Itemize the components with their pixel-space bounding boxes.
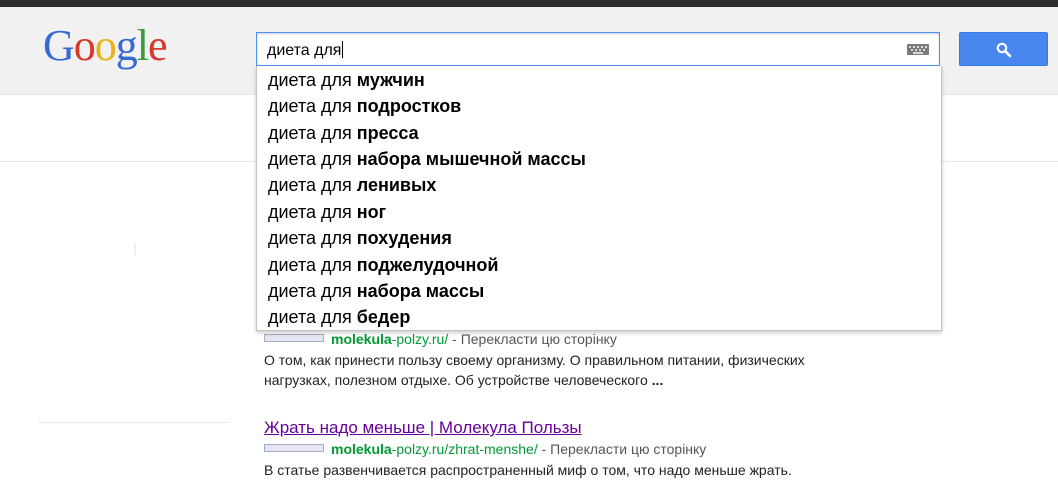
magnifier-icon: [996, 42, 1012, 58]
result-2-url[interactable]: molekula-polzy.ru/zhrat-menshe/: [331, 441, 538, 457]
search-input[interactable]: диета для: [256, 32, 940, 66]
search-query-text[interactable]: диета для: [267, 41, 344, 60]
suggestion-completion: ленивых: [356, 175, 437, 195]
search-button[interactable]: [959, 32, 1048, 66]
top-black-bar: [0, 0, 1058, 7]
suggestion-completion: подростков: [356, 96, 462, 116]
suggestion-completion: набора массы: [356, 281, 485, 301]
search-query-value: диета для: [267, 42, 342, 59]
logo-letter-g2: g: [115, 21, 138, 70]
suggestion-completion: поджелудочной: [356, 255, 499, 275]
result-1-translate-link[interactable]: Перекласти цю сторінку: [461, 331, 617, 347]
result-2-thumbnail: [264, 444, 324, 452]
result-1-snippet-line-2-text: нагрузках, полезном отдыхе. Об устройств…: [264, 372, 652, 388]
suggestion-prefix: диета для: [268, 255, 357, 275]
result-1-url-rest: -polzy.ru/: [391, 331, 449, 347]
suggestion-item[interactable]: диета для похудения: [268, 227, 452, 249]
suggestion-prefix: диета для: [268, 202, 357, 222]
result-1-url[interactable]: molekula-polzy.ru/: [331, 331, 448, 347]
suggestion-item[interactable]: диета для бедер: [268, 306, 410, 328]
suggestion-prefix: диета для: [268, 175, 357, 195]
suggestion-completion: мужчин: [356, 70, 425, 90]
result-1-sep: -: [448, 331, 461, 347]
result-1-thumbnail: [264, 334, 324, 342]
result-1-snippet: О том, как принести пользу своему органи…: [264, 350, 805, 390]
result-2-sep: -: [537, 441, 551, 457]
suggestion-item[interactable]: диета для набора массы: [268, 280, 484, 302]
keyboard-icon[interactable]: [907, 44, 929, 55]
result-2-cite: molekula-polzy.ru/zhrat-menshe/ - Перекл…: [264, 441, 706, 457]
suggestion-item[interactable]: диета для пресса: [268, 122, 419, 144]
result-1-snippet-line-1: О том, как принести пользу своему органи…: [264, 352, 805, 368]
result-1-snippet-line-2: нагрузках, полезном отдыхе. Об устройств…: [264, 370, 805, 390]
google-logo[interactable]: Google: [43, 21, 168, 70]
faded-sidebar-line: [38, 422, 230, 423]
suggestion-completion: ног: [356, 202, 387, 222]
result-1-url-bold: molekula: [331, 331, 392, 347]
result-2-snippet: В статье развенчивается распространенный…: [264, 462, 792, 478]
logo-letter-g: G: [43, 21, 75, 70]
suggestion-item[interactable]: диета для подростков: [268, 95, 461, 117]
suggestion-prefix: диета для: [268, 96, 357, 116]
suggestion-prefix: диета для: [268, 307, 357, 327]
suggestion-prefix: диета для: [268, 70, 357, 90]
suggestion-item[interactable]: диета для поджелудочной: [268, 254, 499, 276]
suggestion-completion: набора мышечной массы: [356, 149, 586, 169]
suggestion-prefix: диета для: [268, 123, 357, 143]
faded-mark: [134, 243, 136, 255]
suggestion-prefix: диета для: [268, 281, 357, 301]
logo-letter-l: l: [136, 21, 149, 70]
suggestion-completion: похудения: [356, 228, 452, 248]
result-1-snippet-ellipsis: ...: [651, 372, 664, 388]
suggestion-item[interactable]: диета для ленивых: [268, 174, 436, 196]
autocomplete-dropdown: диета для мужчин диета для подростков ди…: [256, 66, 942, 331]
logo-letter-o2: o: [94, 21, 117, 70]
suggestion-prefix: диета для: [268, 149, 357, 169]
logo-letter-o1: o: [73, 21, 96, 70]
suggestion-item[interactable]: диета для ног: [268, 201, 386, 223]
text-caret: [342, 41, 344, 58]
suggestion-completion: бедер: [356, 307, 411, 327]
result-1-cite: molekula-polzy.ru/ - Перекласти цю сторі…: [264, 331, 617, 347]
suggestion-item[interactable]: диета для мужчин: [268, 69, 425, 91]
suggestion-completion: пресса: [356, 123, 419, 143]
suggestion-prefix: диета для: [268, 228, 357, 248]
result-2-translate-link[interactable]: Перекласти цю сторінку: [550, 441, 706, 457]
result-2-title-link[interactable]: Жрать надо меньше | Молекула Пользы: [264, 418, 582, 438]
logo-letter-e: e: [148, 21, 168, 70]
result-2-url-rest: -polzy.ru/zhrat-menshe/: [391, 441, 538, 457]
result-2-url-bold: molekula: [331, 441, 392, 457]
suggestion-item[interactable]: диета для набора мышечной массы: [268, 148, 586, 170]
